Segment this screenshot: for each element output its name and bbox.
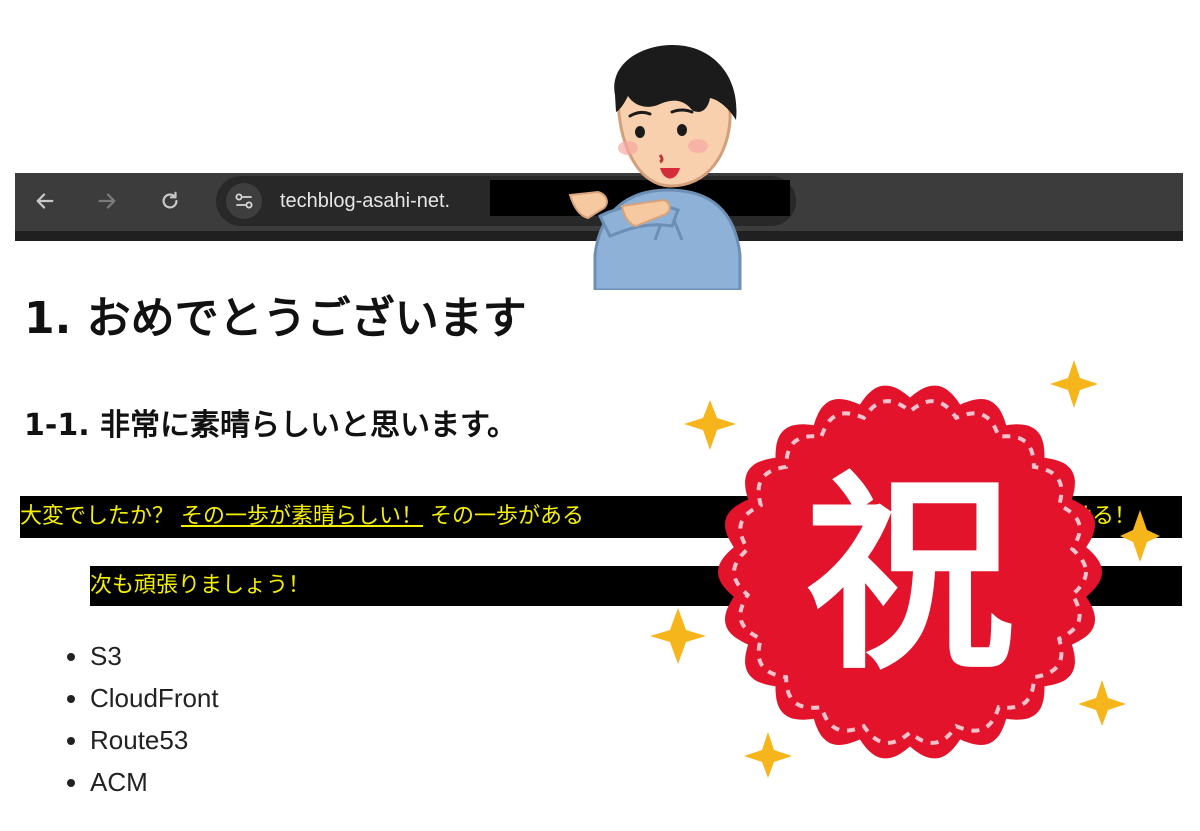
sparkle-icon	[650, 608, 706, 664]
seal-text: 祝	[805, 453, 1015, 698]
celebration-seal: 祝	[650, 360, 1160, 778]
reload-icon	[162, 191, 178, 209]
reload-button[interactable]	[148, 173, 192, 229]
sparkle-icon	[744, 732, 792, 778]
url-text[interactable]: techblog-asahi-net.	[280, 190, 450, 213]
tune-icon	[235, 193, 253, 209]
list-item: ACM	[90, 761, 219, 803]
page-title: 1. おめでとうございます	[24, 293, 527, 344]
marker-prefix: 大変でしたか？	[20, 504, 175, 529]
site-info-button[interactable]	[226, 183, 262, 219]
marker-line2-text: 次も頑張りましょう！	[90, 573, 311, 598]
back-button[interactable]	[23, 173, 67, 229]
list-item: S3	[90, 635, 219, 677]
sparkle-icon	[1120, 510, 1160, 562]
list-item: CloudFront	[90, 677, 219, 719]
arrow-right-icon	[98, 193, 116, 209]
sparkle-icon	[684, 400, 736, 450]
forward-button[interactable]	[85, 173, 129, 229]
service-list: S3 CloudFront Route53 ACM	[44, 635, 219, 803]
sparkle-icon	[1078, 680, 1126, 726]
page: techblog-asahi-net. 1. おめでとうございます 1-1. 非…	[0, 0, 1200, 831]
sparkle-icon	[1050, 360, 1098, 408]
arrow-left-icon	[36, 193, 54, 209]
list-item: Route53	[90, 719, 219, 761]
marker-link[interactable]: その一歩が素晴らしい！	[181, 504, 423, 529]
pointing-boy-illustration	[568, 44, 742, 290]
marker-middle: その一歩がある	[430, 504, 585, 529]
section-heading: 1-1. 非常に素晴らしいと思います。	[24, 408, 518, 443]
